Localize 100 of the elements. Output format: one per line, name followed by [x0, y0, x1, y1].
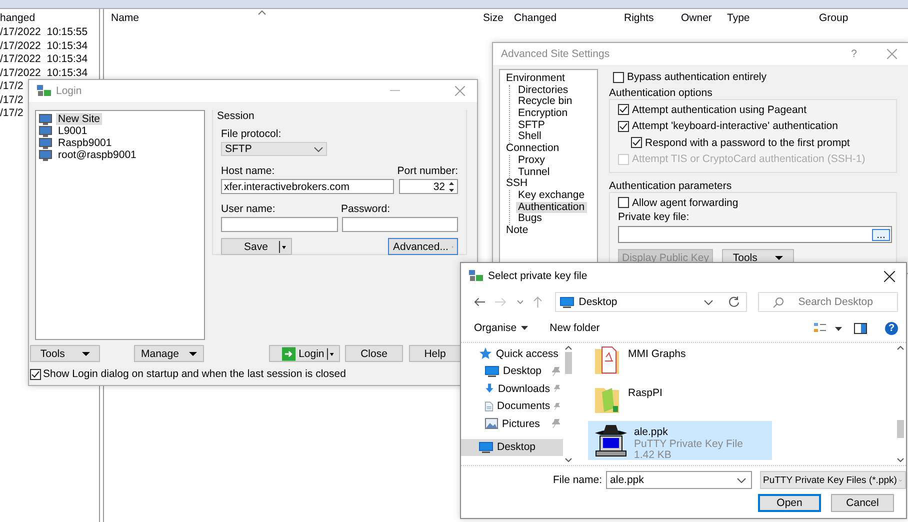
dropdown-caret-icon: [775, 256, 784, 260]
address-bar[interactable]: Desktop: [554, 292, 748, 312]
browse-button[interactable]: ...: [872, 228, 890, 240]
monitor-icon: [39, 126, 52, 136]
tree-item[interactable]: Authentication: [516, 202, 587, 214]
menu-button[interactable]: Tools: [30, 345, 100, 362]
nav-item[interactable]: Desktop: [461, 362, 563, 380]
preview-pane-icon[interactable]: [854, 322, 867, 334]
dropdown-caret-icon: [188, 352, 197, 356]
checkbox[interactable]: [631, 137, 642, 148]
column-header[interactable]: Type: [727, 12, 819, 24]
search-icon: [773, 296, 784, 308]
column-header[interactable]: hanged: [0, 12, 36, 24]
field-label: Port number:: [397, 165, 458, 177]
site-item[interactable]: Raspb9001: [56, 137, 114, 149]
tree-item[interactable]: Directories: [516, 84, 570, 96]
column-header[interactable]: Changed: [507, 12, 624, 24]
port-field[interactable]: 32: [399, 179, 458, 194]
save-button[interactable]: Save: [221, 238, 292, 255]
chevron-icon[interactable]: [704, 300, 714, 304]
scroll-down-icon[interactable]: [897, 458, 904, 462]
nav-item[interactable]: Documents: [461, 398, 563, 415]
new-folder-button[interactable]: New folder: [550, 322, 600, 334]
tree-item[interactable]: SSH: [504, 178, 530, 190]
dialog-button[interactable]: Help: [409, 345, 461, 362]
scroll-thumb[interactable]: [565, 352, 572, 374]
computer-icon: [37, 85, 51, 97]
nav-item[interactable]: Desktop: [461, 438, 563, 456]
column-header[interactable]: Group: [819, 12, 859, 24]
column-header[interactable]: Rights: [624, 12, 681, 24]
tree-item[interactable]: Environment: [504, 73, 567, 85]
host-field[interactable]: xfer.interactivebrokers.com: [221, 179, 394, 194]
advanced-button[interactable]: Advanced...: [388, 238, 458, 255]
dialog-button[interactable]: Close: [345, 345, 403, 362]
cancel-button[interactable]: Cancel: [831, 494, 894, 512]
nav-item[interactable]: Quick access: [461, 345, 563, 362]
column-header[interactable]: Name: [104, 12, 483, 24]
chevron-icon[interactable]: [737, 478, 746, 482]
scrollbar[interactable]: [563, 343, 574, 465]
checkbox[interactable]: [613, 72, 624, 83]
help-button[interactable]: ?: [851, 48, 857, 60]
date-cell: /17/2: [0, 94, 24, 107]
scroll-down-icon[interactable]: [565, 458, 572, 462]
file-name-field[interactable]: ale.ppk: [606, 471, 752, 489]
site-item[interactable]: L9001: [56, 125, 90, 137]
tree-item[interactable]: Recycle bin: [516, 96, 574, 108]
checkbox[interactable]: [618, 104, 629, 116]
file-item[interactable]: ale.ppk PuTTY Private Key File 1.42 KB: [588, 421, 772, 460]
tree-item[interactable]: Proxy: [516, 154, 547, 166]
dropdown-caret-icon[interactable]: [327, 348, 336, 360]
chevron-icon[interactable]: [516, 300, 524, 304]
monitor-icon: [39, 138, 52, 148]
key-file-field[interactable]: ...: [618, 226, 892, 243]
nav-item[interactable]: Pictures: [461, 415, 563, 432]
group-title: Session: [217, 110, 256, 122]
nav-item[interactable]: Downloads: [461, 380, 563, 398]
date-cell: /17/2022 10:15:34: [0, 40, 88, 53]
field-label: Private key file:: [618, 211, 690, 223]
scroll-up-icon[interactable]: [897, 346, 904, 350]
site-item[interactable]: root@raspb9001: [56, 149, 138, 161]
help-button[interactable]: ?: [885, 322, 898, 334]
tree-item[interactable]: Note: [504, 224, 530, 237]
tree-item[interactable]: Key exchange: [516, 190, 587, 202]
checkbox[interactable]: [618, 197, 629, 208]
tree-item[interactable]: SFTP: [516, 120, 547, 132]
checkbox[interactable]: [618, 120, 629, 132]
login-button[interactable]: Login: [269, 345, 340, 362]
monitor-icon: [560, 296, 574, 308]
site-item[interactable]: New Site: [56, 113, 102, 125]
refresh-icon[interactable]: [728, 296, 740, 308]
scroll-thumb[interactable]: [897, 420, 904, 438]
view-options-icon[interactable]: [814, 322, 842, 334]
tree-item[interactable]: Connection: [504, 143, 562, 155]
monitor-icon: [479, 442, 493, 452]
tree-item[interactable]: Bugs: [516, 213, 544, 225]
organise-menu[interactable]: Organise: [474, 322, 528, 334]
file-item[interactable]: RaspPI: [588, 382, 772, 421]
checkbox-label: Bypass authentication entirely: [627, 71, 766, 84]
column-header[interactable]: Size: [483, 12, 507, 24]
search-field[interactable]: Search Desktop: [758, 292, 898, 312]
protocol-dropdown[interactable]: SFTP: [221, 142, 327, 156]
column-header[interactable]: Owner: [681, 12, 727, 24]
password-field[interactable]: [342, 217, 458, 232]
tree-item[interactable]: Encryption: [516, 108, 570, 120]
open-button[interactable]: Open: [758, 494, 821, 512]
menu-button[interactable]: Manage: [134, 345, 204, 362]
checkbox[interactable]: [30, 368, 41, 380]
checkbox-label: Attempt 'keyboard-interactive' authentication: [632, 120, 838, 132]
scroll-up-icon[interactable]: [565, 346, 572, 350]
tree-item[interactable]: Tunnel: [516, 166, 552, 178]
file-item[interactable]: MMI Graphs: [588, 343, 772, 382]
tree-item[interactable]: Shell: [516, 131, 544, 144]
spinner-icon[interactable]: [448, 180, 455, 194]
date-cell: /17/2022 10:15:34: [0, 53, 88, 66]
user-field[interactable]: [221, 217, 338, 232]
scrollbar[interactable]: [895, 343, 906, 465]
close-icon[interactable]: [884, 270, 895, 282]
file-type-dropdown[interactable]: PuTTY Private Key Files (*.ppk): [760, 471, 906, 489]
dropdown-caret-icon[interactable]: [279, 240, 288, 252]
back-arrow-icon[interactable]: [474, 297, 486, 307]
